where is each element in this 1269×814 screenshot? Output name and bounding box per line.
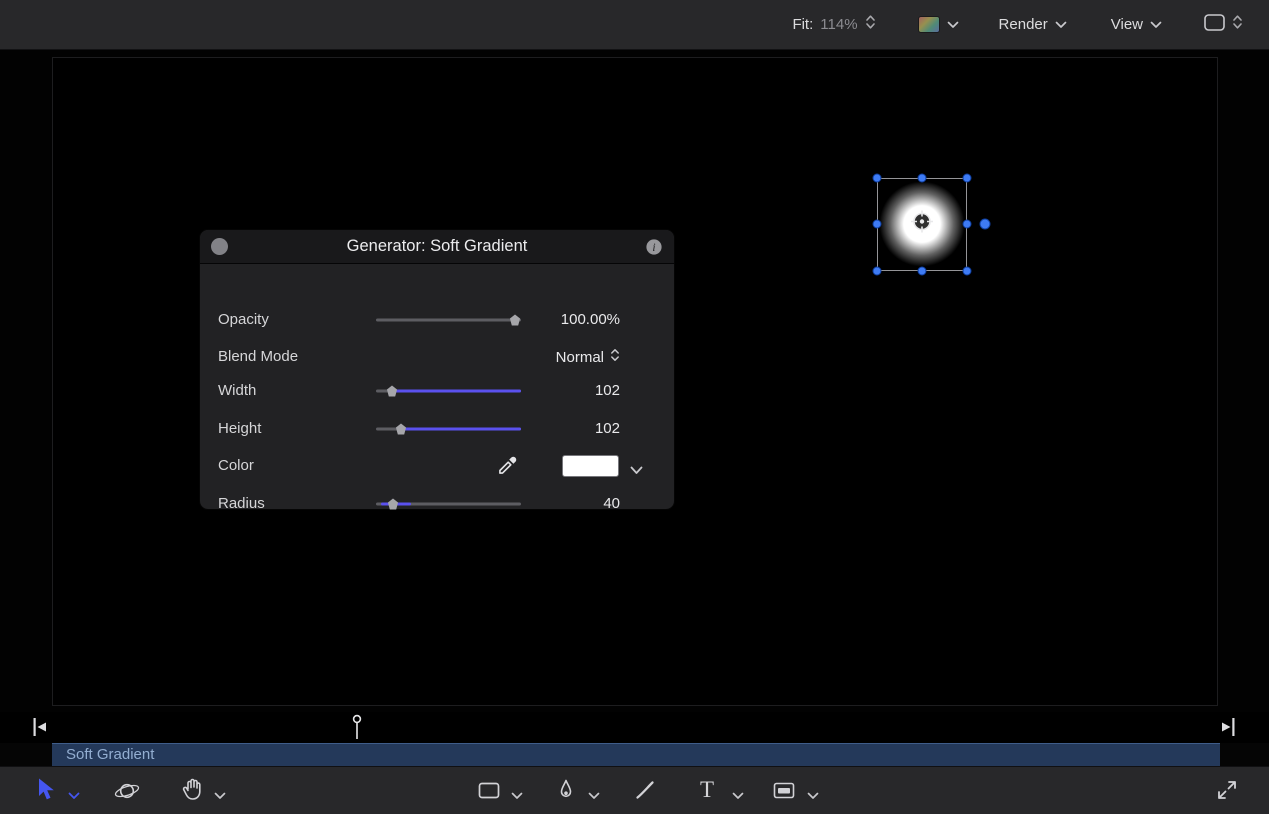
playhead-marker[interactable] (351, 714, 363, 746)
blend-mode-value: Normal (556, 349, 604, 366)
hud-row-radius: Radius 40 (200, 491, 674, 517)
view-menu-label: View (1111, 16, 1143, 33)
height-slider[interactable] (376, 424, 521, 435)
radius-slider-thumb[interactable] (388, 499, 399, 510)
selection-handle-middle-right[interactable] (963, 220, 972, 229)
render-menu[interactable]: Render (999, 16, 1067, 34)
rectangle-tool-button[interactable] (478, 782, 500, 804)
mask-tool-button[interactable] (773, 782, 795, 804)
zoom-stepper-icon[interactable] (865, 13, 876, 36)
radius-slider[interactable] (376, 499, 521, 510)
orbit-icon (114, 780, 140, 802)
opacity-slider-track[interactable] (376, 319, 521, 322)
chevron-down-icon (947, 16, 959, 34)
hud-title: Generator: Soft Gradient (347, 237, 528, 256)
fit-label: Fit: (792, 16, 813, 33)
rectangle-tool-chevron-icon[interactable] (511, 787, 523, 805)
height-label: Height (218, 416, 261, 442)
svg-text:i: i (652, 242, 655, 254)
selection-handle-bottom-center[interactable] (918, 267, 927, 276)
height-value[interactable]: 102 (510, 416, 620, 442)
tools-toolbar: T (0, 766, 1269, 814)
opacity-label: Opacity (218, 307, 269, 333)
chevron-down-icon[interactable] (630, 462, 643, 480)
selection-handle-bottom-right[interactable] (963, 267, 972, 276)
width-slider[interactable] (376, 386, 521, 397)
pan-tool-button[interactable] (181, 777, 203, 807)
selection-handle-top-right[interactable] (963, 174, 972, 183)
paint-stroke-tool-button[interactable] (634, 779, 656, 806)
opacity-value[interactable]: 100.00% (510, 307, 620, 333)
panel-layout-icon (1204, 14, 1225, 36)
motion-app-window: Fit: 114% Render View (0, 0, 1269, 814)
hud-close-button[interactable] (211, 238, 228, 255)
transform-3d-tool-button[interactable] (114, 780, 140, 807)
blend-mode-popup[interactable]: Normal (556, 344, 620, 370)
radius-label: Radius (218, 491, 265, 517)
selection-handle-bottom-left[interactable] (873, 267, 882, 276)
stroke-line-icon (634, 779, 656, 801)
canvas-top-toolbar: Fit: 114% Render View (0, 0, 1269, 50)
layout-stepper-icon (1232, 13, 1243, 36)
hud-row-color: Color (200, 453, 674, 479)
width-value[interactable]: 102 (510, 378, 620, 404)
bezier-tool-chevron-icon[interactable] (588, 787, 600, 805)
mask-tool-chevron-icon[interactable] (807, 787, 819, 805)
render-menu-label: Render (999, 16, 1048, 33)
width-slider-thumb[interactable] (387, 386, 398, 397)
width-label: Width (218, 378, 256, 404)
hand-icon (181, 777, 203, 802)
blend-mode-label: Blend Mode (218, 344, 298, 370)
selected-object[interactable] (877, 178, 967, 271)
color-channels-icon (918, 16, 940, 33)
anchor-point-icon[interactable] (908, 208, 936, 241)
selection-handle-top-center[interactable] (918, 174, 927, 183)
text-tool-button[interactable]: T (700, 778, 714, 801)
selection-rotation-handle[interactable] (980, 219, 991, 230)
selection-handle-middle-left[interactable] (873, 220, 882, 229)
radius-value[interactable]: 40 (510, 491, 620, 517)
color-display-menu[interactable] (918, 16, 959, 34)
eyedropper-icon[interactable] (496, 455, 518, 482)
opacity-slider[interactable] (376, 315, 521, 326)
chevron-down-icon (1150, 16, 1162, 34)
play-range-out-marker[interactable] (1221, 717, 1235, 742)
selection-handle-top-left[interactable] (873, 174, 882, 183)
expand-arrows-icon (1216, 779, 1238, 801)
height-slider-fill (401, 428, 521, 431)
hud-row-height: Height 102 (200, 416, 674, 442)
zoom-control[interactable]: Fit: 114% (792, 13, 875, 36)
popup-stepper-icon (610, 347, 620, 368)
height-slider-thumb[interactable] (396, 424, 407, 435)
color-label: Color (218, 453, 254, 479)
pan-tool-chevron-icon[interactable] (214, 787, 226, 805)
rectangle-icon (478, 782, 500, 799)
clip-label: Soft Gradient (52, 744, 1220, 765)
hud-panel: Generator: Soft Gradient i Opacity 100.0… (199, 229, 675, 510)
select-tool-button[interactable] (34, 776, 56, 808)
bezier-tool-button[interactable] (556, 778, 576, 808)
info-icon[interactable]: i (645, 238, 663, 256)
timeline-clip[interactable]: Soft Gradient (52, 743, 1220, 766)
hud-header: Generator: Soft Gradient i (200, 230, 674, 264)
width-slider-fill (392, 390, 521, 393)
fullscreen-toggle-button[interactable] (1216, 779, 1238, 806)
play-range-in-marker[interactable] (33, 717, 47, 742)
text-tool-chevron-icon[interactable] (732, 787, 744, 805)
layout-selector[interactable] (1204, 13, 1243, 36)
hud-row-width: Width 102 (200, 378, 674, 404)
hud-row-opacity: Opacity 100.00% (200, 307, 674, 333)
select-tool-chevron-icon[interactable] (68, 787, 80, 805)
view-menu[interactable]: View (1111, 16, 1162, 34)
pen-nib-icon (556, 778, 576, 803)
zoom-value: 114% (820, 16, 857, 33)
arrow-cursor-icon (34, 776, 56, 803)
mini-timeline[interactable] (0, 712, 1269, 743)
color-swatch[interactable] (562, 455, 619, 477)
image-mask-icon (773, 782, 795, 799)
hud-row-blend-mode: Blend Mode Normal (200, 344, 674, 370)
chevron-down-icon (1055, 16, 1067, 34)
